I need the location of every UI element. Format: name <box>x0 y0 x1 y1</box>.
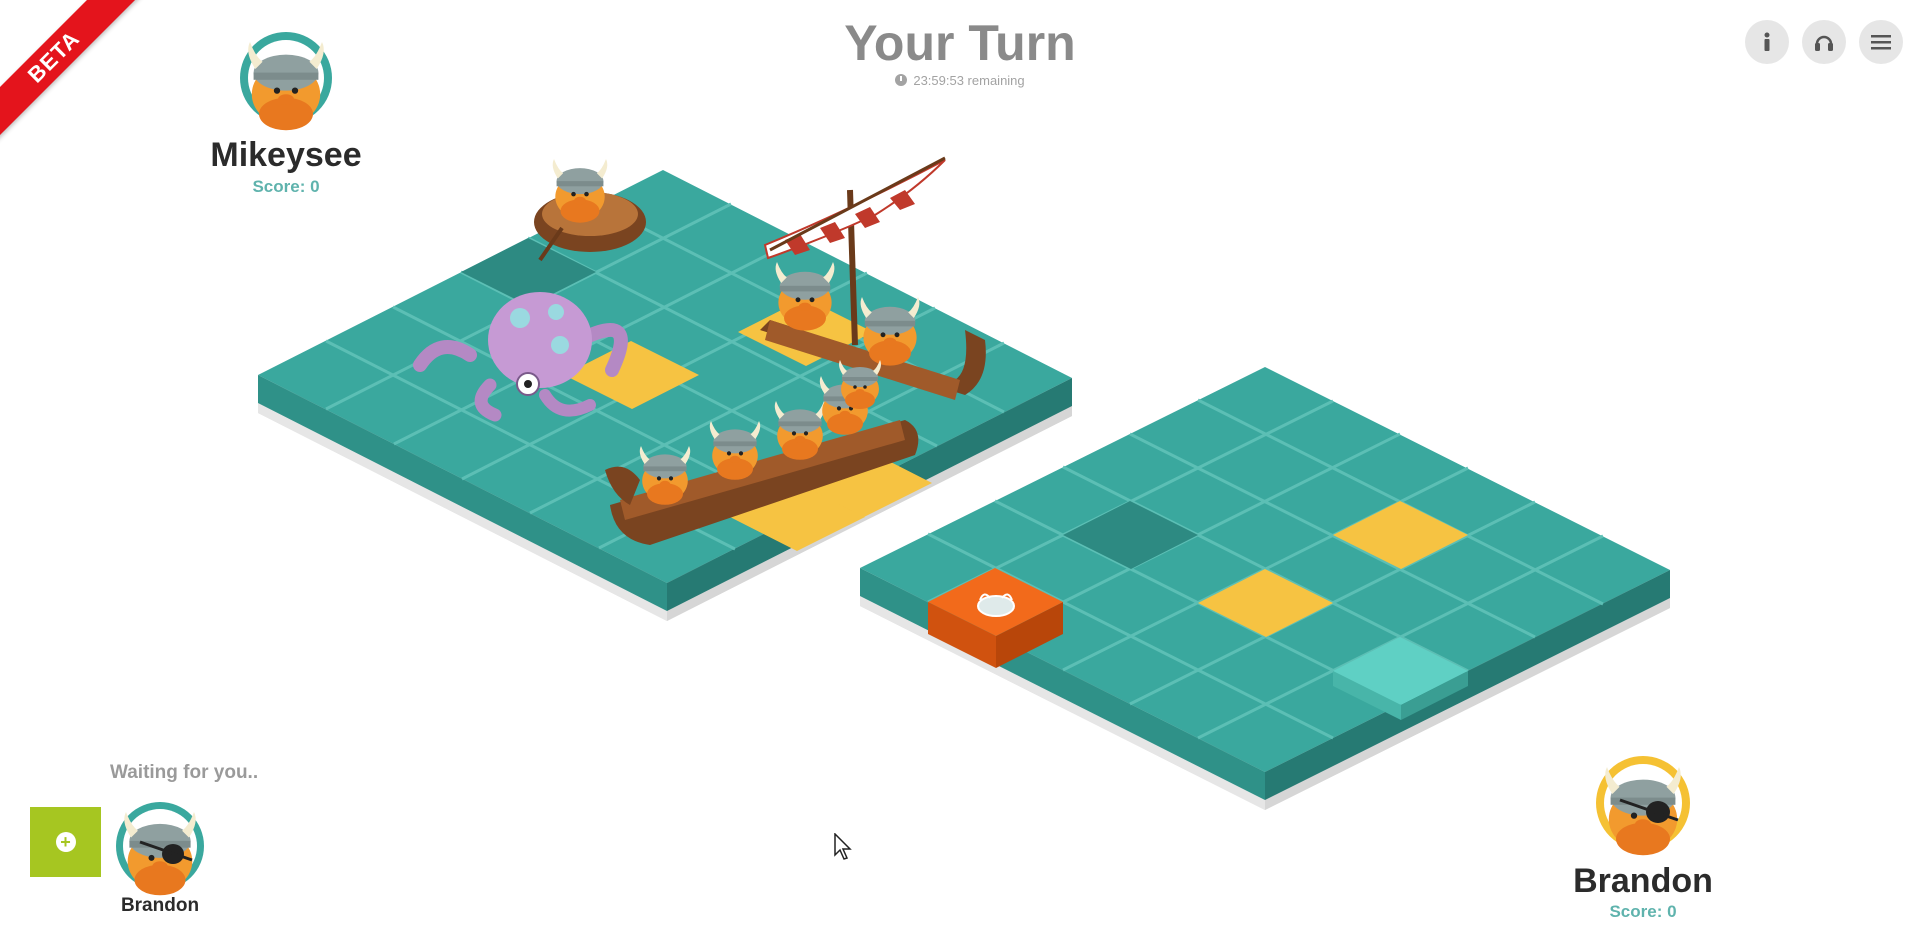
lobby-player-name[interactable]: Brandon <box>105 895 215 917</box>
lobby-avatar[interactable] <box>116 802 204 896</box>
plus-circle-icon: + <box>55 832 76 852</box>
player-name: Brandon <box>1573 862 1713 900</box>
opponent-avatar <box>240 32 332 131</box>
add-game-button[interactable]: + <box>30 807 101 877</box>
mouse-cursor-icon <box>834 833 852 860</box>
opponent-score: Score: 0 <box>252 177 320 196</box>
player-avatar <box>1596 756 1690 856</box>
player-score: Score: 0 <box>1609 902 1677 921</box>
waiting-status: Waiting for you.. <box>110 762 259 783</box>
opponent-name: Mikeysee <box>210 136 362 174</box>
